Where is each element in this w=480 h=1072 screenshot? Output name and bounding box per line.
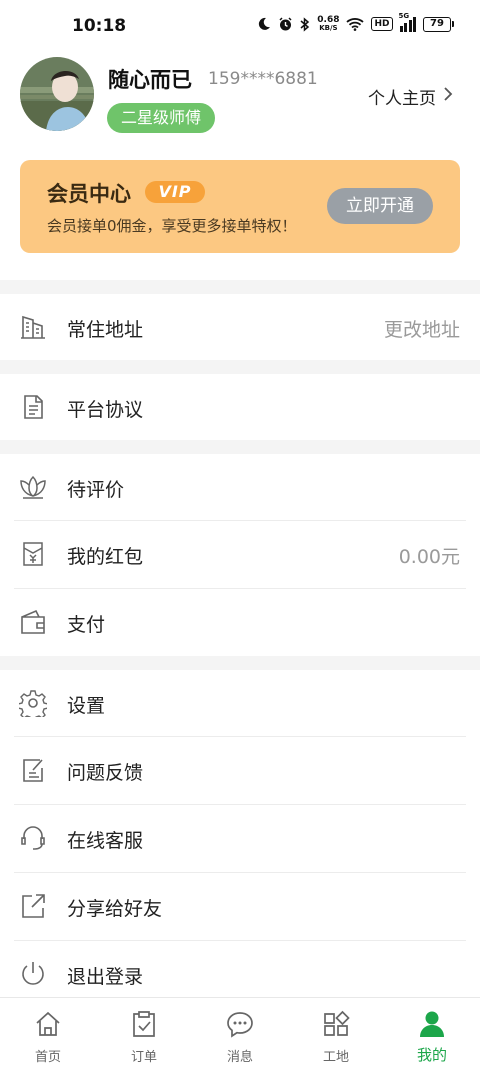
wallet-icon — [21, 609, 45, 634]
tab-label: 我的 — [416, 1046, 447, 1064]
chat-icon — [227, 1012, 253, 1038]
homepage-link[interactable]: 个人主页 — [368, 84, 436, 109]
menu-label: 支付 — [67, 614, 106, 636]
menu-item-share[interactable]: 分享给好友 — [0, 873, 480, 940]
vip-activate-button[interactable]: 立即开通 — [327, 188, 433, 224]
tab-label: 首页 — [34, 1050, 61, 1065]
vip-card[interactable]: 会员中心 VIP 会员接单0佣金，享受更多接单特权！ 立即开通 — [20, 160, 460, 253]
menu-item-payment[interactable]: 支付 — [0, 589, 480, 656]
feedback-icon — [23, 759, 43, 782]
gear-icon — [19, 690, 47, 717]
apps-icon — [324, 1010, 350, 1036]
phone-number: 159****6881 — [208, 69, 318, 89]
power-icon — [22, 962, 44, 985]
avatar[interactable] — [20, 57, 94, 131]
menu-item-red-packet[interactable]: 我的红包 0.00元 — [0, 521, 480, 588]
section-gap — [0, 280, 480, 294]
bluetooth-icon — [300, 16, 310, 32]
menu-item-review[interactable]: 待评价 — [0, 454, 480, 521]
menu-item-feedback[interactable]: 问题反馈 — [0, 737, 480, 804]
battery-icon: 79 — [423, 16, 454, 32]
tab-messages[interactable]: 消息 — [192, 998, 288, 1072]
menu-item-address[interactable]: 常住地址 更改地址 — [0, 294, 480, 360]
menu-item-logout[interactable]: 退出登录 — [0, 941, 480, 997]
tab-orders[interactable]: 订单 — [96, 998, 192, 1072]
net-speed: 0.68 KB/S — [317, 15, 340, 33]
hd-badge: HD — [371, 17, 393, 31]
tab-label: 消息 — [226, 1050, 253, 1065]
vip-title: 会员中心 — [47, 182, 131, 206]
section-gap — [0, 440, 480, 454]
menu-item-settings[interactable]: 设置 — [0, 670, 480, 737]
bottom-tab-bar: 首页 订单 消息 工地 我的 — [0, 997, 480, 1072]
net-speed-unit: KB/S — [319, 24, 338, 32]
menu-label: 分享给好友 — [67, 898, 163, 920]
change-address-link[interactable]: 更改地址 — [384, 315, 460, 342]
net-speed-value: 0.68 — [317, 15, 340, 25]
menu-label: 问题反馈 — [67, 762, 144, 784]
alarm-icon — [279, 16, 292, 30]
tab-mine[interactable]: 我的 — [384, 998, 480, 1072]
home-icon — [36, 1011, 60, 1036]
building-icon — [21, 315, 45, 339]
username: 随心而已 — [108, 68, 192, 92]
chevron-right-icon[interactable] — [442, 86, 454, 102]
menu-label: 设置 — [67, 695, 106, 717]
tab-home[interactable]: 首页 — [0, 998, 96, 1072]
tab-label: 工地 — [322, 1050, 349, 1065]
vip-subtitle: 会员接单0佣金，享受更多接单特权！ — [47, 217, 297, 235]
lotus-icon — [20, 475, 46, 499]
menu-label: 我的红包 — [67, 546, 144, 568]
moon-icon — [259, 17, 271, 30]
section-gap — [0, 656, 480, 670]
headset-icon — [21, 826, 45, 850]
clipboard-icon — [133, 1011, 155, 1037]
level-badge: 二星级师傅 — [107, 103, 216, 133]
menu-label: 常住地址 — [67, 319, 144, 341]
profile-header: 随心而已 159****6881 二星级师傅 个人主页 — [0, 52, 480, 148]
tab-label: 订单 — [130, 1050, 157, 1065]
battery-level: 79 — [423, 16, 451, 32]
wifi-icon — [346, 18, 365, 31]
menu-label: 在线客服 — [67, 830, 144, 852]
section-gap — [0, 360, 480, 374]
status-bar: 10:18 0.68 KB/S HD 5G 79 — [0, 0, 480, 52]
vip-badge: VIP — [145, 181, 205, 203]
menu-label: 待评价 — [67, 479, 125, 501]
signal-icon: 5G — [399, 12, 416, 32]
menu-item-agreement[interactable]: 平台协议 — [0, 374, 480, 440]
tab-worksite[interactable]: 工地 — [288, 998, 384, 1072]
menu-item-support[interactable]: 在线客服 — [0, 805, 480, 872]
menu-label: 平台协议 — [67, 399, 144, 421]
status-time: 10:18 — [72, 16, 127, 36]
share-icon — [22, 894, 45, 918]
red-packet-icon — [23, 542, 43, 566]
status-icons: 0.68 KB/S HD 5G 79 — [257, 12, 454, 33]
homepage-link-label: 个人主页 — [368, 89, 436, 109]
menu-label: 退出登录 — [67, 966, 144, 988]
person-icon — [420, 1011, 444, 1037]
red-packet-balance: 0.00元 — [398, 546, 460, 568]
signal-label: 5G — [398, 11, 410, 20]
document-icon — [24, 395, 43, 419]
